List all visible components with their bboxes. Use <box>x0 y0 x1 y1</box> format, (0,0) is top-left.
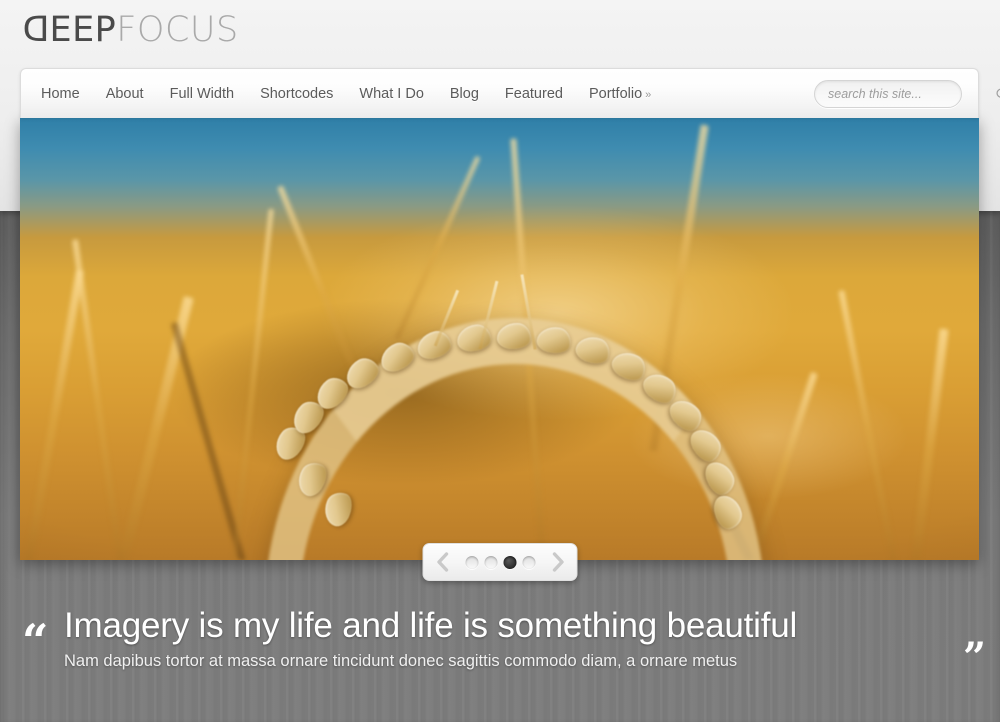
nav-item-label: About <box>105 86 144 102</box>
logo-primary-text: DEEP <box>22 10 117 50</box>
slider-next-arrow-icon[interactable] <box>550 551 566 573</box>
slider-prev-arrow-icon[interactable] <box>435 551 451 573</box>
nav-item-featured[interactable]: Featured <box>492 69 576 119</box>
nav-item-blog[interactable]: Blog <box>437 69 492 119</box>
site-logo[interactable]: DEEPFOCUS <box>22 8 239 52</box>
quote-headline: Imagery is my life and life is something… <box>64 606 798 645</box>
nav-item-about[interactable]: About <box>93 69 157 119</box>
nav-item-portfolio[interactable]: Portfolio» <box>576 69 664 120</box>
chevron-right-icon: » <box>645 88 652 101</box>
nav-item-shortcodes[interactable]: Shortcodes <box>247 69 346 119</box>
main-navigation-bar: Home About Full Width Shortcodes What I … <box>20 68 1000 119</box>
search-icon[interactable] <box>995 81 1000 107</box>
nav-item-list: Home About Full Width Shortcodes What I … <box>41 69 664 119</box>
hero-slider[interactable] <box>20 118 979 560</box>
quote-subtext: Nam dapibus tortor at massa ornare tinci… <box>64 652 738 670</box>
nav-item-label: Home <box>41 86 80 102</box>
nav-item-label: Featured <box>504 86 563 102</box>
search-input[interactable] <box>815 81 995 107</box>
slider-dot-4[interactable] <box>522 555 535 569</box>
image-vignette <box>20 118 979 560</box>
slider-dot-list <box>465 555 535 569</box>
slider-navigation <box>422 543 578 581</box>
nav-item-label: Full Width <box>169 86 235 102</box>
nav-item-label: Shortcodes <box>260 86 334 102</box>
quote-close-mark-icon: ” <box>962 634 986 681</box>
slider-dot-2[interactable] <box>484 555 497 569</box>
nav-item-label: Portfolio <box>588 85 643 102</box>
nav-item-home[interactable]: Home <box>41 69 93 119</box>
quote-section: “ Imagery is my life and life is somethi… <box>0 604 1000 678</box>
nav-item-full-width[interactable]: Full Width <box>157 69 247 119</box>
slider-dot-1[interactable] <box>465 555 478 569</box>
slide-image-wheat <box>20 118 979 560</box>
slider-dot-3[interactable] <box>503 555 516 569</box>
nav-item-label: What I Do <box>359 86 424 102</box>
nav-item-label: Blog <box>449 86 479 102</box>
nav-item-what-i-do[interactable]: What I Do <box>346 69 436 119</box>
search-box[interactable] <box>814 80 1000 108</box>
logo-secondary-text: FOCUS <box>116 10 239 50</box>
